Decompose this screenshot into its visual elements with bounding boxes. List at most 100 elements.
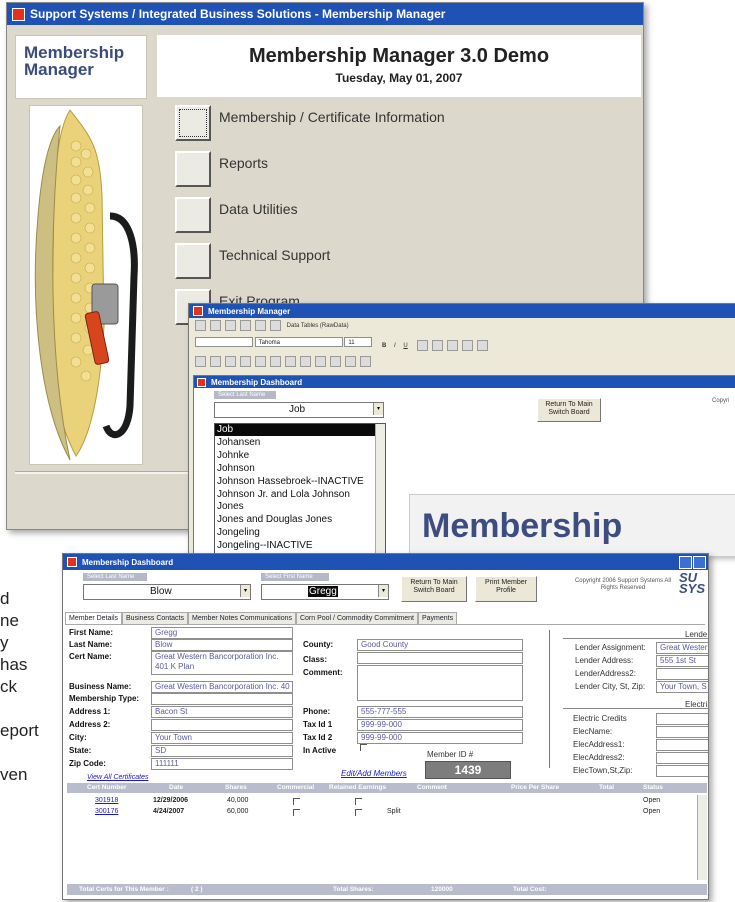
- last-name-field[interactable]: Blow: [151, 639, 293, 651]
- first-name-combo-value[interactable]: Gregg: [308, 586, 338, 597]
- underline-icon[interactable]: U: [403, 343, 407, 349]
- toolbar-icon[interactable]: [360, 356, 371, 368]
- elec-town-field[interactable]: [656, 765, 708, 777]
- toolbar-icon[interactable]: [255, 320, 266, 331]
- state-field[interactable]: SD: [151, 745, 293, 757]
- dashboard1-lastname-combo[interactable]: Job ▾: [214, 402, 384, 418]
- view-all-certificates-link[interactable]: View All Certificates: [87, 774, 148, 781]
- list-item[interactable]: Jongeling--INACTIVE: [215, 539, 385, 552]
- list-item[interactable]: Jongeling: [215, 526, 385, 539]
- dashboard1-name-list[interactable]: Job Johansen Johnke Johnson Johnson Hass…: [214, 423, 386, 557]
- undo-icon[interactable]: [300, 356, 311, 368]
- return-to-switchboard-button[interactable]: Return To Main Switch Board: [401, 576, 467, 602]
- preview-icon[interactable]: [240, 356, 251, 368]
- address2-field[interactable]: [151, 719, 293, 731]
- menu-item-technical-support[interactable]: Technical Support: [173, 241, 633, 281]
- lender-address2-field[interactable]: [656, 668, 708, 680]
- list-item[interactable]: Johnson Jr. and Lola Johnson: [215, 488, 385, 501]
- copy-icon[interactable]: [270, 356, 281, 368]
- last-name-combo[interactable]: Blow ▾: [83, 584, 251, 600]
- chevron-down-icon[interactable]: ▾: [378, 585, 388, 597]
- menu-button-technical-support[interactable]: [175, 243, 211, 279]
- cert-number-link[interactable]: 301918: [95, 795, 118, 806]
- tab-member-details[interactable]: Member Details: [65, 612, 123, 624]
- toolbar-icon[interactable]: [210, 320, 221, 331]
- sort-icon[interactable]: [315, 356, 326, 368]
- font-size-combo[interactable]: 11: [344, 337, 373, 347]
- align-center-icon[interactable]: [432, 339, 444, 351]
- list-item[interactable]: Johnson Hassebroek--INACTIVE: [215, 475, 385, 488]
- vertical-scrollbar[interactable]: [697, 795, 707, 880]
- retained-earnings-checkbox[interactable]: [355, 809, 362, 816]
- toolbar-icon[interactable]: [225, 320, 236, 331]
- minimize-button[interactable]: [679, 556, 692, 569]
- menu-item-reports[interactable]: Reports: [173, 149, 633, 189]
- elec-address1-field[interactable]: [656, 739, 708, 751]
- menu-item-data-utilities[interactable]: Data Utilities: [173, 195, 633, 235]
- save-icon[interactable]: [210, 356, 221, 368]
- lender-city-field[interactable]: Your Town, S: [656, 681, 708, 693]
- zip-code-field[interactable]: 111111: [151, 758, 293, 770]
- list-item[interactable]: Johnson: [215, 462, 385, 475]
- county-field[interactable]: Good County: [357, 639, 523, 651]
- retained-earnings-checkbox[interactable]: [355, 798, 362, 805]
- table-row[interactable]: 301918 12/29/2006 40,000 Open: [67, 795, 707, 806]
- tab-business-contacts[interactable]: Business Contacts: [122, 612, 188, 624]
- city-field[interactable]: Your Town: [151, 732, 293, 744]
- table-row[interactable]: 300176 4/24/2007 60,000 Split Open: [67, 806, 707, 817]
- italic-icon[interactable]: I: [394, 343, 396, 349]
- list-item[interactable]: Jones and Douglas Jones: [215, 513, 385, 526]
- address1-field[interactable]: Bacon St: [151, 706, 293, 718]
- list-item[interactable]: Johnke: [215, 449, 385, 462]
- chevron-down-icon[interactable]: ▾: [373, 403, 383, 415]
- toolbar-icon[interactable]: [240, 320, 251, 331]
- last-name-combo-value[interactable]: Blow: [150, 586, 172, 597]
- print-icon[interactable]: [225, 356, 236, 368]
- commercial-checkbox[interactable]: [293, 798, 300, 805]
- toolbar-icon[interactable]: [270, 320, 281, 331]
- align-right-icon[interactable]: [447, 339, 459, 351]
- elec-name-field[interactable]: [656, 726, 708, 738]
- electric-credits-field[interactable]: [656, 713, 708, 725]
- fill-color-icon[interactable]: [462, 339, 474, 351]
- toolbar-icon[interactable]: [195, 356, 206, 368]
- paste-icon[interactable]: [285, 356, 296, 368]
- menu-button-membership[interactable]: [175, 105, 211, 141]
- business-name-field[interactable]: Great Western Bancorporation Inc. 40: [151, 681, 293, 693]
- bold-icon[interactable]: B: [382, 343, 386, 349]
- class-field[interactable]: [357, 652, 523, 664]
- dashboard1-combo-value[interactable]: Job: [289, 404, 305, 415]
- phone-field[interactable]: 555-777-555: [357, 706, 523, 718]
- list-item[interactable]: Johansen: [215, 436, 385, 449]
- tab-member-notes[interactable]: Member Notes Communications: [188, 612, 296, 624]
- tax-id1-field[interactable]: 999-99-000: [357, 719, 523, 731]
- filter-icon[interactable]: [330, 356, 341, 368]
- lender-address-field[interactable]: 555 1st St: [656, 655, 708, 667]
- in-active-checkbox[interactable]: [360, 744, 367, 751]
- find-icon[interactable]: [345, 356, 356, 368]
- cert-name-field[interactable]: Great Western Bancorporation Inc. 401 K …: [151, 651, 293, 675]
- cert-number-link[interactable]: 300176: [95, 806, 118, 817]
- print-member-profile-button[interactable]: Print Member Profile: [475, 576, 537, 602]
- comment-field[interactable]: [357, 665, 523, 701]
- font-name-combo[interactable]: Tahoma: [254, 337, 343, 347]
- tab-corn-pool[interactable]: Corn Pool / Commodity Commitment: [295, 612, 418, 624]
- first-name-combo[interactable]: Gregg ▾: [261, 584, 389, 600]
- membership-type-field[interactable]: [151, 693, 293, 705]
- maximize-button[interactable]: [693, 556, 706, 569]
- menu-button-data-utilities[interactable]: [175, 197, 211, 233]
- menu-button-reports[interactable]: [175, 151, 211, 187]
- list-item-selected[interactable]: Job: [215, 424, 385, 436]
- commercial-checkbox[interactable]: [293, 809, 300, 816]
- dashboard1-return-button[interactable]: Return To Main Switch Board: [537, 398, 601, 422]
- tab-payments[interactable]: Payments: [417, 612, 458, 624]
- edit-add-members-link[interactable]: Edit/Add Members: [341, 769, 407, 778]
- tax-id2-field[interactable]: 999-99-000: [357, 732, 523, 744]
- chevron-down-icon[interactable]: ▾: [240, 585, 250, 597]
- toolbar-icon[interactable]: [195, 320, 206, 331]
- lender-assignment-field[interactable]: Great Wester: [656, 642, 708, 654]
- list-item[interactable]: Jones: [215, 500, 385, 513]
- first-name-field[interactable]: Gregg: [151, 627, 293, 639]
- elec-address2-field[interactable]: [656, 752, 708, 764]
- align-left-icon[interactable]: [417, 339, 429, 351]
